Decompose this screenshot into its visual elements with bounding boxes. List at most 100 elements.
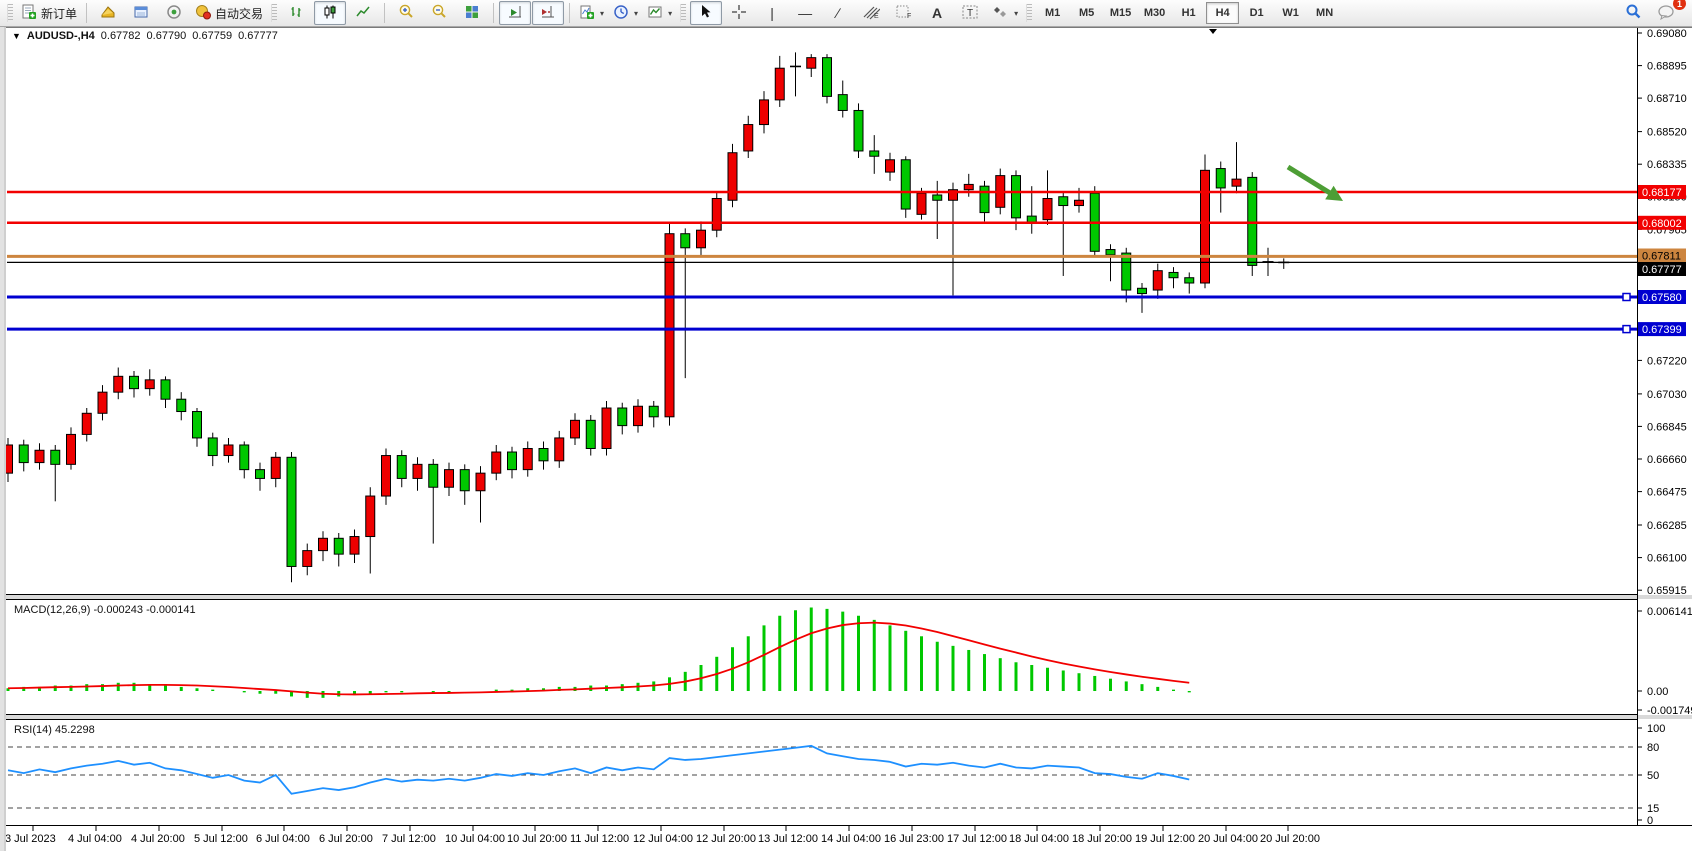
ohlc-high: 0.67790	[147, 30, 187, 42]
svg-text:0.66100: 0.66100	[1647, 553, 1687, 565]
svg-text:0.68335: 0.68335	[1647, 159, 1687, 171]
svg-text:0.66285: 0.66285	[1647, 520, 1687, 532]
chevron-down-icon: ▾	[600, 9, 604, 18]
chat-button[interactable]: 1	[1650, 1, 1682, 25]
svg-text:0.68710: 0.68710	[1647, 93, 1687, 105]
marketwatch-button[interactable]	[92, 1, 124, 25]
vertical-line-button[interactable]: |	[756, 1, 788, 25]
main-toolbar: 新订单 自动交易 ▾ ▾ ▾ | — ∕ E F A T ▾ M1 M5 M15…	[0, 0, 1692, 27]
svg-text:20 Jul 04:00: 20 Jul 04:00	[1198, 833, 1258, 845]
price-chart-canvas[interactable]: 0.690800.688950.687100.685200.683350.681…	[6, 27, 1692, 851]
svg-text:20 Jul 20:00: 20 Jul 20:00	[1260, 833, 1320, 845]
zoom-in-button[interactable]	[390, 1, 422, 25]
svg-text:14 Jul 04:00: 14 Jul 04:00	[821, 833, 881, 845]
macd-indicator-label: MACD(12,26,9) -0.000243 -0.000141	[14, 604, 196, 616]
rsi-name: RSI(14)	[14, 724, 52, 736]
svg-text:0.68895: 0.68895	[1647, 61, 1687, 73]
period-clock-button[interactable]: ▾	[609, 1, 642, 25]
shapes-button[interactable]: ▾	[987, 1, 1022, 25]
template-icon	[647, 4, 663, 23]
symbol-title: AUDUSD-,H4	[27, 30, 95, 42]
collapse-triangle-icon[interactable]: ▼	[12, 31, 21, 41]
macd-values: -0.000243 -0.000141	[93, 604, 195, 616]
line-chart-button[interactable]	[347, 1, 379, 25]
text-icon: A	[932, 6, 942, 20]
cursor-icon	[699, 4, 713, 22]
auto-scroll-icon	[507, 4, 523, 23]
chart-shift-marker	[1209, 29, 1217, 34]
tile-windows-button[interactable]	[456, 1, 488, 25]
svg-text:6 Jul 20:00: 6 Jul 20:00	[319, 833, 373, 845]
search-button[interactable]	[1617, 1, 1649, 25]
tab-timeframe-h1[interactable]: H1	[1172, 2, 1205, 24]
marketwatch-icon	[100, 4, 116, 23]
candlestick-chart-button[interactable]	[314, 1, 346, 25]
new-order-button[interactable]: 新订单	[17, 1, 81, 25]
ohlc-open: 0.67782	[101, 30, 141, 42]
svg-text:11 Jul 12:00: 11 Jul 12:00	[570, 833, 629, 845]
crosshair-button[interactable]	[723, 1, 755, 25]
trendline-button[interactable]: ∕	[822, 1, 854, 25]
navigator-button[interactable]	[158, 1, 190, 25]
chart-window[interactable]: ▼ AUDUSD-,H4 0.67782 0.67790 0.67759 0.6…	[6, 27, 1692, 851]
fibo-fan-button[interactable]: F	[888, 1, 920, 25]
tab-timeframe-m15[interactable]: M15	[1104, 2, 1137, 24]
mt4-terminal: { "toolbar": { "new_order_label": "新订单",…	[0, 0, 1692, 851]
toolbar-grip[interactable]	[271, 4, 277, 22]
svg-text:0.67030: 0.67030	[1647, 389, 1687, 401]
svg-text:7 Jul 12:00: 7 Jul 12:00	[382, 833, 436, 845]
auto-scroll-button[interactable]	[499, 1, 531, 25]
svg-text:12 Jul 04:00: 12 Jul 04:00	[633, 833, 693, 845]
horizontal-line-icon: —	[798, 6, 812, 20]
tab-timeframe-m1[interactable]: M1	[1036, 2, 1069, 24]
annotation-arrow	[1288, 167, 1330, 193]
svg-text:12 Jul 20:00: 12 Jul 20:00	[696, 833, 756, 845]
tab-timeframe-d1[interactable]: D1	[1240, 2, 1273, 24]
svg-text:0: 0	[1647, 815, 1653, 827]
macd-name: MACD(12,26,9)	[14, 604, 90, 616]
svg-text:4 Jul 04:00: 4 Jul 04:00	[68, 833, 122, 845]
zoom-out-icon	[431, 3, 448, 23]
chevron-down-icon: ▾	[634, 9, 638, 18]
svg-text:5 Jul 12:00: 5 Jul 12:00	[194, 833, 248, 845]
cursor-button[interactable]	[690, 1, 722, 25]
fibonacci-button[interactable]: E	[855, 1, 887, 25]
bar-chart-button[interactable]	[281, 1, 313, 25]
zoom-out-button[interactable]	[423, 1, 455, 25]
tile-windows-icon	[464, 4, 480, 23]
tab-timeframe-m5[interactable]: M5	[1070, 2, 1103, 24]
rsi-value: 45.2298	[55, 724, 95, 736]
chart-shift-icon	[540, 4, 556, 23]
horizontal-line-button[interactable]: —	[789, 1, 821, 25]
template-button[interactable]: ▾	[643, 1, 676, 25]
autotrading-button[interactable]: 自动交易	[191, 1, 267, 25]
add-indicator-button[interactable]: ▾	[575, 1, 608, 25]
toolbar-grip[interactable]	[1026, 4, 1032, 22]
svg-text:15: 15	[1647, 803, 1659, 815]
data-window-icon	[133, 4, 149, 23]
svg-text:0.68002: 0.68002	[1642, 218, 1682, 230]
svg-text:50: 50	[1647, 770, 1659, 782]
svg-text:0.67580: 0.67580	[1642, 292, 1682, 304]
shapes-icon	[991, 4, 1009, 23]
svg-text:0.67777: 0.67777	[1642, 264, 1682, 276]
chart-shift-button[interactable]	[532, 1, 564, 25]
tab-timeframe-h4[interactable]: H4	[1206, 2, 1239, 24]
data-window-button[interactable]	[125, 1, 157, 25]
chart-title: ▼ AUDUSD-,H4 0.67782 0.67790 0.67759 0.6…	[12, 30, 278, 42]
text-button[interactable]: A	[921, 1, 953, 25]
svg-text:6 Jul 04:00: 6 Jul 04:00	[256, 833, 310, 845]
navigator-icon	[166, 4, 182, 23]
tab-timeframe-w1[interactable]: W1	[1274, 2, 1307, 24]
toolbar-grip[interactable]	[680, 4, 686, 22]
tab-timeframe-mn[interactable]: MN	[1308, 2, 1341, 24]
text-label-button[interactable]: T	[954, 1, 986, 25]
chat-icon	[1657, 4, 1675, 23]
svg-text:10 Jul 04:00: 10 Jul 04:00	[445, 833, 505, 845]
tab-timeframe-m30[interactable]: M30	[1138, 2, 1171, 24]
toolbar-grip[interactable]	[7, 4, 13, 22]
chevron-down-icon: ▾	[668, 9, 672, 18]
toolbar-separator	[384, 3, 385, 23]
trendline-icon: ∕	[837, 6, 839, 20]
svg-text:16 Jul 23:00: 16 Jul 23:00	[884, 833, 944, 845]
